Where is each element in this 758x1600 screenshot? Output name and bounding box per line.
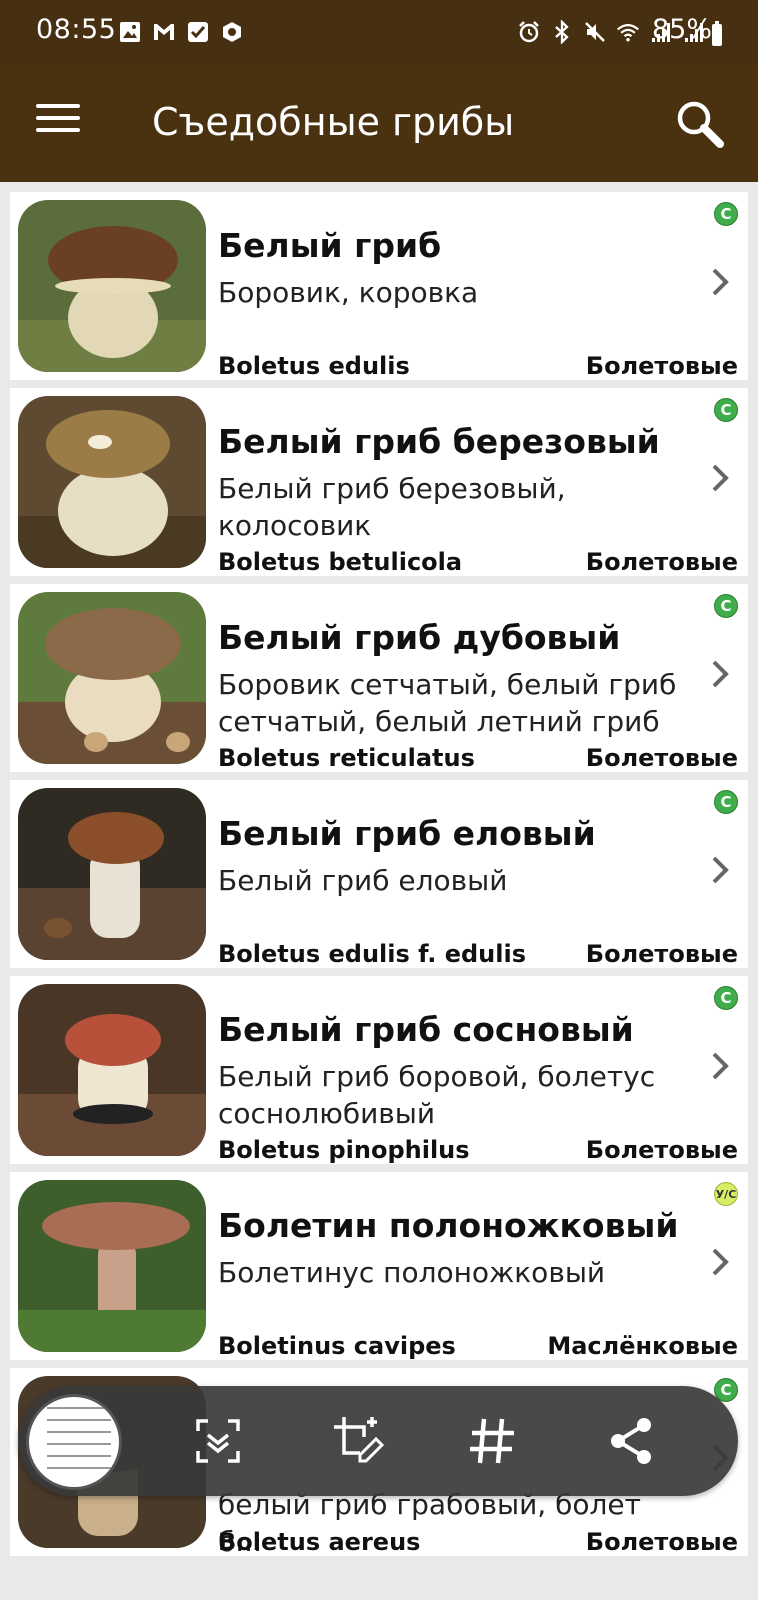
mushroom-card[interactable]: Белый гриб сосновый Белый гриб боровой, … (10, 976, 748, 1164)
crop-edit-icon[interactable] (330, 1413, 386, 1469)
mushroom-synonyms: Болетинус полоножковый (218, 1256, 606, 1289)
latin-name: Boletus reticulatus (218, 744, 475, 772)
mushroom-name: Белый гриб еловый (218, 814, 596, 853)
edibility-badge: У/С (714, 1182, 738, 1206)
edibility-badge: С (714, 986, 738, 1010)
screenshot-toolbar (18, 1386, 738, 1496)
latin-name: Boletus betulicola (218, 548, 463, 576)
chevron-right-icon (708, 1048, 732, 1084)
chevron-right-icon (708, 656, 732, 692)
mushroom-family: Болетовые (585, 1528, 738, 1556)
page-title: Съедобные грибы (152, 100, 515, 144)
search-icon[interactable] (674, 98, 726, 150)
hashtag-icon[interactable] (464, 1413, 520, 1469)
mushroom-name: Белый гриб сосновый (218, 1010, 634, 1049)
mushroom-card[interactable]: Болетин полоножковый Болетинус полоножко… (10, 1172, 748, 1360)
mushroom-family: Болетовые (585, 352, 738, 380)
hamburger-menu-icon[interactable] (36, 104, 80, 138)
mushroom-synonyms: Белый гриб березовый, колосовик (218, 472, 566, 542)
mushroom-card[interactable]: Белый гриб еловый Белый гриб еловый Bole… (10, 780, 748, 968)
mushroom-photo (18, 200, 206, 372)
latin-name: Boletus edulis f. edulis (218, 940, 527, 968)
battery-percent: 85% (651, 14, 712, 45)
mushroom-family: Болетовые (585, 1136, 738, 1164)
chevron-right-icon (708, 460, 732, 496)
status-time: 08:55 (36, 14, 117, 45)
mushroom-photo (18, 592, 206, 764)
edibility-badge: С (714, 790, 738, 814)
mushroom-family: Болетовые (585, 940, 738, 968)
bluetooth-icon (550, 20, 574, 44)
mushroom-name: Болетин полоножковый (218, 1206, 679, 1245)
battery-icon (712, 21, 722, 46)
mushroom-card[interactable]: Белый гриб Боровик, коровка Boletus edul… (10, 192, 748, 380)
app-settings-icon (220, 20, 244, 44)
mushroom-photo (18, 984, 206, 1156)
mushroom-name: Белый гриб березовый (218, 422, 660, 461)
chevron-right-icon (708, 264, 732, 300)
mushroom-card[interactable]: Белый гриб дубовый Боровик сетчатый, бел… (10, 584, 748, 772)
notification-icons (118, 20, 244, 44)
mushroom-synonyms: Белый гриб еловый (218, 864, 508, 897)
edibility-badge: С (714, 594, 738, 618)
edibility-badge: С (714, 398, 738, 422)
gmail-icon (152, 20, 176, 44)
scroll-capture-icon[interactable] (190, 1413, 246, 1469)
share-icon[interactable] (604, 1413, 660, 1469)
mushroom-name: Белый гриб (218, 226, 442, 265)
chevron-right-icon (708, 1244, 732, 1280)
wifi-icon (616, 20, 640, 44)
mushroom-photo (18, 788, 206, 960)
latin-name: Boletinus cavipes (218, 1332, 456, 1360)
mushroom-photo (18, 1180, 206, 1352)
latin-name: Boletus pinophilus (218, 1136, 470, 1164)
mute-icon (583, 20, 607, 44)
app-bar: Съедобные грибы (0, 64, 758, 182)
mushroom-card[interactable]: Белый гриб березовый Белый гриб березовы… (10, 388, 748, 576)
mushroom-family: Болетовые (585, 548, 738, 576)
mushroom-name: Белый гриб дубовый (218, 618, 621, 657)
mushroom-synonyms: Белый гриб боровой, болетус соснолюбивый (218, 1060, 656, 1130)
mushroom-synonyms: Боровик, коровка (218, 276, 479, 309)
latin-name: Boletus aereus (218, 1528, 421, 1556)
alarm-icon (517, 20, 541, 44)
edibility-badge: С (714, 202, 738, 226)
mushroom-synonyms: Боровик сетчатый, белый гриб сетчатый, б… (218, 668, 677, 738)
status-bar: 08:55 85% (0, 0, 758, 64)
screenshot-preview-thumbnail[interactable] (26, 1394, 122, 1490)
mushroom-photo (18, 396, 206, 568)
mushroom-family: Болетовые (585, 744, 738, 772)
mushroom-family: Маслёнковые (547, 1332, 738, 1360)
task-check-icon (186, 20, 210, 44)
gallery-icon (118, 20, 142, 44)
chevron-right-icon (708, 852, 732, 888)
latin-name: Boletus edulis (218, 352, 410, 380)
